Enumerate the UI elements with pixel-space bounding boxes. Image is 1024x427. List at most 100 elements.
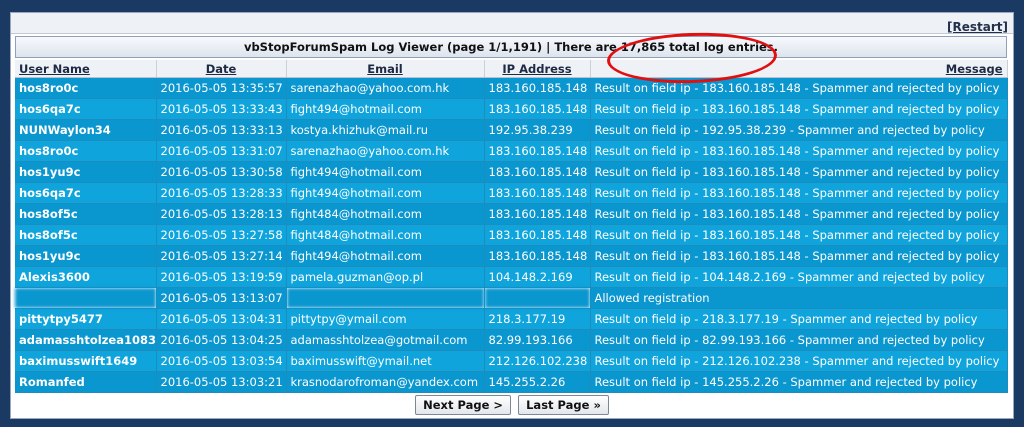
table-row: Alexis3600 2016-05-05 13:19:59 pamela.gu… bbox=[15, 266, 1008, 288]
cell-user-name: hos8ro0c bbox=[15, 77, 157, 99]
cell-date: 2016-05-05 13:04:31 bbox=[156, 308, 287, 330]
cell-user-name-redacted bbox=[15, 287, 157, 309]
cell-message: Result on field ip - 183.160.185.148 - S… bbox=[590, 245, 1008, 267]
last-page-button[interactable]: Last Page » bbox=[518, 395, 609, 415]
cell-message: Result on field ip - 218.3.177.19 - Spam… bbox=[590, 308, 1008, 330]
cell-email: fight484@hotmail.com bbox=[286, 203, 485, 225]
cell-email-redacted bbox=[286, 287, 485, 309]
cell-message: Result on field ip - 192.95.38.239 - Spa… bbox=[590, 119, 1008, 141]
cell-ip-address: 183.160.185.148 bbox=[484, 161, 591, 183]
cell-email: baximusswift@ymail.net bbox=[286, 350, 485, 372]
cell-message: Result on field ip - 183.160.185.148 - S… bbox=[590, 98, 1008, 120]
cell-ip-address: 218.3.177.19 bbox=[484, 308, 591, 330]
table-row: hos1yu9c 2016-05-05 13:27:14 fight494@ho… bbox=[15, 245, 1008, 267]
cell-user-name: pittytpy5477 bbox=[15, 308, 157, 330]
cell-date: 2016-05-05 13:33:43 bbox=[156, 98, 287, 120]
cell-date: 2016-05-05 13:19:59 bbox=[156, 266, 287, 288]
cell-message: Result on field ip - 183.160.185.148 - S… bbox=[590, 203, 1008, 225]
cell-ip-address: 192.95.38.239 bbox=[484, 119, 591, 141]
cell-ip-address: 82.99.193.166 bbox=[484, 329, 591, 351]
pagination: Next Page > Last Page » bbox=[11, 394, 1013, 415]
cell-email: fight494@hotmail.com bbox=[286, 182, 485, 204]
cell-date: 2016-05-05 13:35:57 bbox=[156, 77, 287, 99]
cell-user-name: NUNWaylon34 bbox=[15, 119, 157, 141]
cell-ip-address: 183.160.185.148 bbox=[484, 203, 591, 225]
cell-date: 2016-05-05 13:28:33 bbox=[156, 182, 287, 204]
cell-email: pittytpy@ymail.com bbox=[286, 308, 485, 330]
cell-message: Result on field ip - 183.160.185.148 - S… bbox=[590, 140, 1008, 162]
table-row: pittytpy5477 2016-05-05 13:04:31 pittytp… bbox=[15, 308, 1008, 330]
table-row: baximusswift1649 2016-05-05 13:03:54 bax… bbox=[15, 350, 1008, 372]
log-table-body: hos8ro0c 2016-05-05 13:35:57 sarenazhao@… bbox=[15, 77, 1008, 393]
log-table: User Name Date Email IP Address Message … bbox=[15, 60, 1008, 393]
cell-date: 2016-05-05 13:33:13 bbox=[156, 119, 287, 141]
table-row: hos6qa7c 2016-05-05 13:28:33 fight494@ho… bbox=[15, 182, 1008, 204]
table-row: Romanfed 2016-05-05 13:03:21 krasnodarof… bbox=[15, 371, 1008, 393]
cell-user-name: baximusswift1649 bbox=[15, 350, 157, 372]
cell-ip-address: 145.255.2.26 bbox=[484, 371, 591, 393]
cell-ip-address: 183.160.185.148 bbox=[484, 182, 591, 204]
cell-message: Result on field ip - 183.160.185.148 - S… bbox=[590, 224, 1008, 246]
cell-message: Result on field ip - 183.160.185.148 - S… bbox=[590, 161, 1008, 183]
table-row: NUNWaylon34 2016-05-05 13:33:13 kostya.k… bbox=[15, 119, 1008, 141]
table-row: hos8of5c 2016-05-05 13:27:58 fight484@ho… bbox=[15, 224, 1008, 246]
column-header-date[interactable]: Date bbox=[156, 60, 287, 78]
cell-message: Result on field ip - 212.126.102.238 - S… bbox=[590, 350, 1008, 372]
table-row: 2016-05-05 13:13:07 Allowed registration bbox=[15, 287, 1008, 309]
cell-user-name: hos8of5c bbox=[15, 203, 157, 225]
table-row: hos1yu9c 2016-05-05 13:30:58 fight494@ho… bbox=[15, 161, 1008, 183]
cell-date: 2016-05-05 13:04:25 bbox=[156, 329, 287, 351]
cell-date: 2016-05-05 13:28:13 bbox=[156, 203, 287, 225]
cell-date: 2016-05-05 13:27:14 bbox=[156, 245, 287, 267]
table-row: adamasshtolzea1083 2016-05-05 13:04:25 a… bbox=[15, 329, 1008, 351]
cell-user-name: hos1yu9c bbox=[15, 245, 157, 267]
cell-message: Result on field ip - 183.160.185.148 - S… bbox=[590, 182, 1008, 204]
table-row: hos8ro0c 2016-05-05 13:35:57 sarenazhao@… bbox=[15, 77, 1008, 99]
cell-user-name: adamasshtolzea1083 bbox=[15, 329, 157, 351]
column-header-user-name[interactable]: User Name bbox=[15, 60, 157, 78]
cell-date: 2016-05-05 13:13:07 bbox=[156, 287, 287, 309]
table-row: hos8ro0c 2016-05-05 13:31:07 sarenazhao@… bbox=[15, 140, 1008, 162]
cell-user-name: hos6qa7c bbox=[15, 182, 157, 204]
cell-user-name: hos8ro0c bbox=[15, 140, 157, 162]
cell-ip-address: 104.148.2.169 bbox=[484, 266, 591, 288]
cell-date: 2016-05-05 13:03:54 bbox=[156, 350, 287, 372]
cell-message: Result on field ip - 145.255.2.26 - Spam… bbox=[590, 371, 1008, 393]
cell-email: fight494@hotmail.com bbox=[286, 161, 485, 183]
cell-email: fight484@hotmail.com bbox=[286, 224, 485, 246]
cell-email: krasnodarofroman@yandex.com bbox=[286, 371, 485, 393]
cell-email: sarenazhao@yahoo.com.hk bbox=[286, 140, 485, 162]
log-viewer-panel: [Restart] vbStopForumSpam Log Viewer (pa… bbox=[10, 12, 1014, 419]
cell-date: 2016-05-05 13:03:21 bbox=[156, 371, 287, 393]
cell-email: fight494@hotmail.com bbox=[286, 98, 485, 120]
cell-user-name: hos1yu9c bbox=[15, 161, 157, 183]
cell-date: 2016-05-05 13:31:07 bbox=[156, 140, 287, 162]
cell-user-name: hos8of5c bbox=[15, 224, 157, 246]
cell-date: 2016-05-05 13:30:58 bbox=[156, 161, 287, 183]
cell-user-name: hos6qa7c bbox=[15, 98, 157, 120]
cell-ip-address: 183.160.185.148 bbox=[484, 77, 591, 99]
cell-message: Result on field ip - 82.99.193.166 - Spa… bbox=[590, 329, 1008, 351]
cell-ip-address: 183.160.185.148 bbox=[484, 98, 591, 120]
column-header-ip-address[interactable]: IP Address bbox=[484, 60, 591, 78]
cell-user-name: Romanfed bbox=[15, 371, 157, 393]
cell-date: 2016-05-05 13:27:58 bbox=[156, 224, 287, 246]
cell-message: Allowed registration bbox=[590, 287, 1008, 309]
cell-message: Result on field ip - 104.148.2.169 - Spa… bbox=[590, 266, 1008, 288]
cell-ip-address: 183.160.185.148 bbox=[484, 245, 591, 267]
table-header-row: User Name Date Email IP Address Message bbox=[15, 60, 1008, 78]
cell-email: adamasshtolzea@gotmail.com bbox=[286, 329, 485, 351]
cell-ip-address: 183.160.185.148 bbox=[484, 224, 591, 246]
cell-email: fight494@hotmail.com bbox=[286, 245, 485, 267]
table-row: hos6qa7c 2016-05-05 13:33:43 fight494@ho… bbox=[15, 98, 1008, 120]
column-header-email[interactable]: Email bbox=[286, 60, 485, 78]
cell-email: pamela.guzman@op.pl bbox=[286, 266, 485, 288]
next-page-button[interactable]: Next Page > bbox=[415, 395, 512, 415]
cell-ip-address: 212.126.102.238 bbox=[484, 350, 591, 372]
table-row: hos8of5c 2016-05-05 13:28:13 fight484@ho… bbox=[15, 203, 1008, 225]
cell-user-name: Alexis3600 bbox=[15, 266, 157, 288]
page-title: vbStopForumSpam Log Viewer (page 1/1,191… bbox=[15, 36, 1007, 58]
restart-link[interactable]: [Restart] bbox=[947, 20, 1008, 34]
cell-email: kostya.khizhuk@mail.ru bbox=[286, 119, 485, 141]
cell-email: sarenazhao@yahoo.com.hk bbox=[286, 77, 485, 99]
